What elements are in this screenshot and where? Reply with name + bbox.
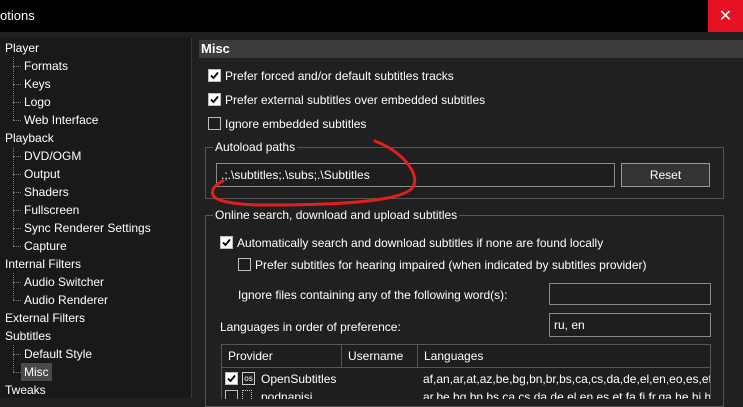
tree-connector (13, 273, 14, 300)
tree-item-default-style[interactable]: Default Style (24, 345, 92, 363)
tree-item-web-interface[interactable]: Web Interface (24, 111, 98, 129)
window-title: otions (0, 8, 35, 23)
column-provider[interactable]: Provider (222, 345, 342, 367)
close-icon: ✕ (718, 8, 733, 25)
auto-search-checkbox[interactable] (220, 236, 233, 249)
provider-name: OpenSubtitles (261, 372, 337, 386)
page-title: Misc (199, 40, 743, 58)
prefer-hi-checkbox[interactable] (238, 258, 251, 271)
tree-connector (13, 300, 21, 301)
tree-item-formats[interactable]: Formats (24, 57, 68, 75)
ignore-words-label: Ignore files containing any of the follo… (238, 288, 508, 302)
close-button[interactable]: ✕ (708, 0, 743, 32)
tree-item-audio-renderer[interactable]: Audio Renderer (24, 291, 108, 309)
column-languages[interactable]: Languages (418, 345, 710, 367)
reset-button[interactable]: Reset (621, 163, 710, 187)
tree-connector (13, 345, 14, 372)
auto-search-label: Automatically search and download subtit… (237, 236, 604, 250)
tree-item-internal-filters[interactable]: Internal Filters (5, 255, 81, 273)
tree-connector (13, 372, 21, 373)
tree-item-playback[interactable]: Playback (5, 129, 54, 147)
tree-item-tweaks[interactable]: Tweaks (5, 381, 46, 398)
providers-table[interactable]: Provider Username Languages os OpenSubti… (221, 344, 711, 399)
tree-item-dvd-ogm[interactable]: DVD/OGM (24, 147, 81, 165)
tree-connector (13, 174, 21, 175)
languages-label: Languages in order of preference: (220, 320, 401, 334)
tree-connector (13, 57, 14, 120)
tree-connector (13, 210, 21, 211)
table-row[interactable]: podnapisi ar,be,bg,bn,bs,ca,cs,da,de,el,… (222, 388, 710, 399)
title-bar: otions ✕ (0, 0, 743, 32)
tree-connector (13, 147, 14, 246)
row-checkbox[interactable] (225, 372, 238, 385)
tree-item-external-filters[interactable]: External Filters (5, 309, 85, 327)
table-row[interactable]: os OpenSubtitles af,an,ar,at,az,be,bg,bn… (222, 370, 710, 388)
tree-item-shaders[interactable]: Shaders (24, 183, 69, 201)
tree-connector (13, 84, 21, 85)
prefer-forced-label: Prefer forced and/or default subtitles t… (225, 69, 454, 83)
tree-item-subtitles[interactable]: Subtitles (5, 327, 51, 345)
prefer-forced-checkbox[interactable] (208, 69, 221, 82)
ignore-words-input[interactable] (549, 283, 711, 305)
tree-item-capture[interactable]: Capture (24, 237, 67, 255)
tree-connector (13, 66, 21, 67)
prefer-external-label: Prefer external subtitles over embedded … (225, 93, 486, 107)
prefer-hi-label: Prefer subtitles for hearing impaired (w… (255, 258, 647, 272)
tree-item-misc[interactable]: Misc (21, 363, 52, 381)
red-annotation-scribble (211, 139, 417, 207)
provider-icon: os (242, 372, 255, 385)
tree-connector (13, 354, 21, 355)
column-username[interactable]: Username (342, 345, 418, 367)
provider-languages: ar,be,bg,bn,bs,ca,cs,da,de,el,en,es,et,f… (423, 390, 711, 399)
tree-item-logo[interactable]: Logo (24, 93, 51, 111)
tree-item-output[interactable]: Output (24, 165, 60, 183)
options-tree[interactable]: Player Formats Keys Logo Web Interface Playba… (0, 38, 192, 398)
ignore-embedded-label: Ignore embedded subtitles (225, 117, 367, 131)
tree-connector (13, 156, 21, 157)
ignore-embedded-checkbox[interactable] (208, 117, 221, 130)
tree-item-audio-switcher[interactable]: Audio Switcher (24, 273, 104, 291)
tree-connector (13, 120, 21, 121)
tree-connector (13, 282, 21, 283)
tree-connector (13, 246, 21, 247)
tree-connector (13, 228, 21, 229)
tree-item-sync-renderer-settings[interactable]: Sync Renderer Settings (24, 219, 151, 237)
tree-connector (13, 192, 21, 193)
languages-input[interactable]: ru, en (549, 313, 711, 337)
prefer-external-checkbox[interactable] (208, 93, 221, 106)
provider-name: podnapisi (261, 390, 313, 399)
tree-item-keys[interactable]: Keys (24, 75, 51, 93)
tree-item-player[interactable]: Player (5, 39, 39, 57)
provider-languages: af,an,ar,at,az,be,bg,bn,br,bs,ca,cs,da,d… (423, 372, 711, 386)
tree-connector (13, 102, 21, 103)
tree-item-fullscreen[interactable]: Fullscreen (24, 201, 79, 219)
